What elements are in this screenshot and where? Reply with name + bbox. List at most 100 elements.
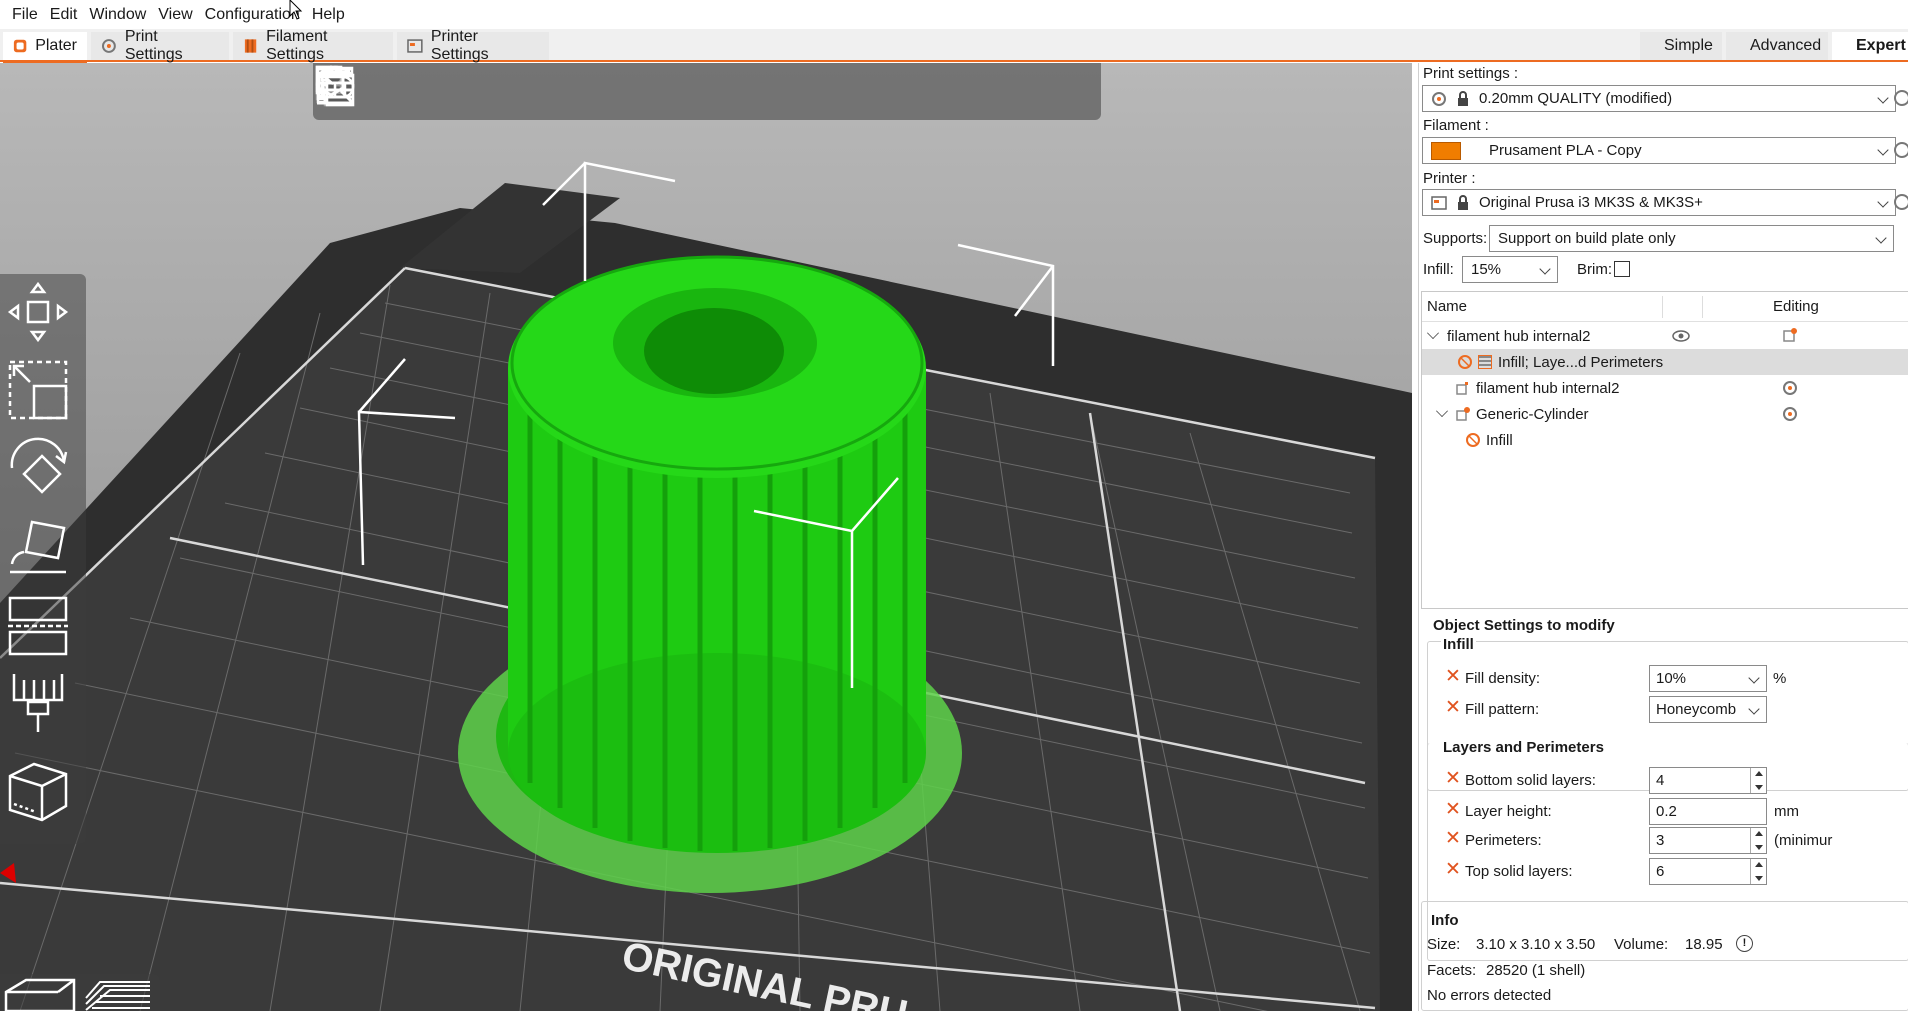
info-icon[interactable]: ! bbox=[1736, 935, 1753, 952]
settings-row[interactable]: Infill; Laye...d Perimeters bbox=[1422, 349, 1908, 375]
fill-density-combo[interactable]: 10% bbox=[1649, 665, 1767, 692]
print-settings-label: Print settings : bbox=[1423, 65, 1519, 82]
fill-density-value: 10% bbox=[1656, 670, 1687, 687]
tab-bar: Plater Print Settings Filament Settings … bbox=[0, 28, 1908, 63]
mode-expert-button[interactable]: Expert bbox=[1832, 32, 1908, 60]
search-button[interactable] bbox=[317, 65, 917, 117]
menu-window[interactable]: Window bbox=[83, 0, 152, 29]
gear-icon[interactable] bbox=[1782, 406, 1798, 422]
filament-combo[interactable]: Prusament PLA - Copy bbox=[1422, 137, 1896, 164]
layers-editing-button[interactable] bbox=[317, 67, 970, 117]
mode-simple-button[interactable]: Simple bbox=[1640, 32, 1722, 60]
printer-edit-icon[interactable] bbox=[1894, 194, 1908, 210]
column-editing[interactable]: Editing bbox=[1773, 298, 1819, 315]
menu-view[interactable]: View bbox=[152, 0, 198, 29]
remove-layer-height-icon[interactable]: ✕ bbox=[1445, 800, 1461, 819]
supports-combo[interactable]: Support on build plate only bbox=[1489, 225, 1894, 252]
view-cube-button[interactable] bbox=[6, 760, 78, 832]
add-instance-button[interactable] bbox=[315, 65, 693, 117]
menu-file[interactable]: File bbox=[6, 0, 44, 29]
errors-status: No errors detected bbox=[1427, 987, 1552, 1004]
chevron-down-icon[interactable] bbox=[1436, 405, 1448, 417]
bottom-solid-input[interactable]: 4 bbox=[1649, 767, 1767, 794]
column-name[interactable]: Name bbox=[1427, 298, 1467, 315]
place-on-face-tool-button[interactable] bbox=[6, 514, 78, 586]
split-objects-button[interactable] bbox=[315, 65, 805, 117]
infill-settings-icon bbox=[1458, 355, 1472, 369]
print-settings-combo[interactable]: 0.20mm QUALITY (modified) bbox=[1422, 85, 1896, 112]
copy-button[interactable] bbox=[315, 65, 581, 117]
printer-combo[interactable]: Original Prusa i3 MK3S & MK3S+ bbox=[1422, 189, 1896, 216]
layer-height-input[interactable]: 0.2 bbox=[1649, 798, 1767, 825]
gear-icon[interactable] bbox=[1782, 380, 1798, 396]
lock-icon bbox=[1458, 194, 1468, 210]
remove-bottom-solid-icon[interactable]: ✕ bbox=[1445, 769, 1461, 788]
tab-print-settings[interactable]: Print Settings bbox=[91, 28, 229, 63]
redo-button[interactable] bbox=[315, 67, 1082, 117]
view-toggle-icons[interactable] bbox=[0, 974, 160, 1011]
arrange-button[interactable] bbox=[316, 66, 528, 117]
brim-checkbox[interactable] bbox=[1614, 261, 1630, 277]
mode-advanced-button[interactable]: Advanced bbox=[1726, 32, 1828, 60]
cut-tool-button[interactable] bbox=[6, 592, 78, 664]
rotate-tool-button[interactable] bbox=[6, 436, 78, 508]
facets-label: Facets: bbox=[1427, 962, 1477, 979]
modifier-name: Generic-Cylinder bbox=[1476, 405, 1589, 423]
settings-row-name: Infill; Laye...d Perimeters bbox=[1498, 353, 1664, 371]
scale-tool-button[interactable] bbox=[6, 358, 78, 430]
bottom-solid-spinner[interactable] bbox=[1750, 768, 1766, 793]
tab-filament-settings[interactable]: Filament Settings bbox=[233, 28, 393, 63]
move-tool-button[interactable] bbox=[6, 280, 78, 352]
object-row[interactable]: filament hub internal2 bbox=[1422, 323, 1908, 349]
tab-printer-settings[interactable]: Printer Settings bbox=[397, 28, 549, 63]
delete-button[interactable] bbox=[318, 67, 422, 117]
menu-edit[interactable]: Edit bbox=[44, 0, 84, 29]
tab-plater[interactable]: Plater bbox=[3, 32, 87, 63]
filament-edit-icon[interactable] bbox=[1894, 142, 1908, 158]
menu-help[interactable]: Help bbox=[306, 0, 351, 29]
remove-perimeters-icon[interactable]: ✕ bbox=[1445, 829, 1461, 848]
fill-density-label: Fill density: bbox=[1465, 670, 1541, 687]
print-settings-edit-icon[interactable] bbox=[1894, 90, 1908, 106]
cut-icon bbox=[8, 596, 68, 656]
cog-icon bbox=[1432, 91, 1446, 106]
part-row[interactable]: filament hub internal2 bbox=[1422, 375, 1908, 401]
supports-label: Supports: bbox=[1423, 230, 1488, 247]
tab-plater-label: Plater bbox=[35, 37, 77, 54]
eye-icon[interactable] bbox=[1672, 329, 1690, 343]
infill-settings-icon bbox=[1466, 433, 1480, 447]
infill-label: Infill: bbox=[1423, 261, 1454, 278]
tab-printer-settings-label: Printer Settings bbox=[430, 28, 489, 63]
bottom-solid-value: 4 bbox=[1656, 772, 1665, 789]
perimeters-input[interactable]: 3 bbox=[1649, 827, 1767, 854]
modifier-row[interactable]: Generic-Cylinder bbox=[1422, 401, 1908, 427]
perimeters-spinner[interactable] bbox=[1750, 828, 1766, 853]
top-solid-input[interactable]: 6 bbox=[1649, 858, 1767, 885]
chevron-down-icon[interactable] bbox=[1427, 327, 1439, 339]
layer-height-value: 0.2 bbox=[1656, 803, 1677, 820]
paint-supports-tool-button[interactable] bbox=[6, 670, 78, 742]
fill-pattern-combo[interactable]: Honeycomb bbox=[1649, 696, 1767, 723]
spool-icon bbox=[244, 39, 257, 53]
model-hole bbox=[644, 308, 784, 394]
edit-object-icon[interactable] bbox=[1782, 327, 1798, 343]
perimeters-value: 3 bbox=[1656, 832, 1665, 849]
remove-top-solid-icon[interactable]: ✕ bbox=[1445, 860, 1461, 879]
undo-button[interactable] bbox=[323, 67, 1029, 117]
size-label: Size: bbox=[1427, 936, 1461, 953]
bottom-solid-label: Bottom solid layers: bbox=[1465, 772, 1596, 789]
paste-button[interactable] bbox=[315, 67, 634, 117]
place-on-face-icon bbox=[10, 520, 66, 574]
top-solid-spinner[interactable] bbox=[1750, 859, 1766, 884]
3d-viewport[interactable]: ORIGINAL PRU P bbox=[0, 63, 1412, 1011]
object-list: Name Editing filament hub internal2 Infi… bbox=[1421, 291, 1908, 609]
remove-fill-density-icon[interactable]: ✕ bbox=[1445, 667, 1461, 686]
lock-icon bbox=[1458, 90, 1468, 106]
delete-all-button[interactable] bbox=[319, 66, 475, 117]
split-parts-button[interactable]: P bbox=[315, 65, 858, 117]
modifier-settings-row[interactable]: Infill bbox=[1422, 427, 1908, 453]
layers-settings-icon bbox=[1478, 355, 1492, 369]
remove-instance-button[interactable] bbox=[315, 65, 746, 117]
infill-combo[interactable]: 15% bbox=[1462, 256, 1558, 283]
remove-fill-pattern-icon[interactable]: ✕ bbox=[1445, 698, 1461, 717]
